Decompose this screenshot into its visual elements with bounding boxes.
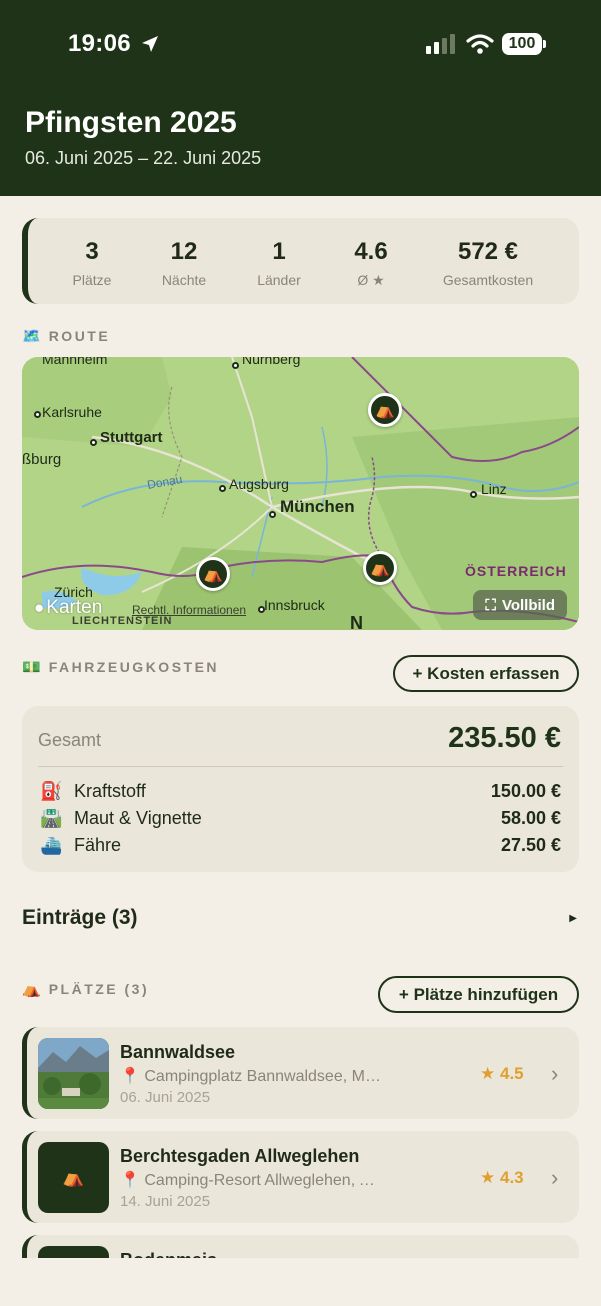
place-rating: ★ 4.3: [480, 1168, 524, 1188]
places-section-label: PLÄTZE (3): [48, 981, 150, 997]
map-city-label: Linz: [481, 481, 507, 497]
cost-row-ferry: ⛴️ Fähre 27.50 €: [40, 832, 561, 858]
stat-value: 4.6: [354, 238, 388, 265]
place-card[interactable]: ⛺ Berchtesgaden Allweglehen 📍 Camping-Re…: [22, 1131, 579, 1223]
cost-row-fuel: ⛽ Kraftstoff 150.00 €: [40, 778, 561, 804]
fullscreen-icon: ⛶: [485, 596, 496, 614]
chevron-right-icon: ›: [551, 1165, 559, 1190]
cost-name: Fähre: [74, 834, 122, 855]
map-city-label: Mannheim: [42, 357, 108, 367]
trip-title: Pfingsten 2025: [25, 106, 237, 139]
cellular-signal-icon: [426, 34, 455, 54]
place-address: 📍 Campingplatz Bannwaldsee, Münchener St…: [120, 1066, 382, 1086]
highway-icon: 🛣️: [40, 807, 63, 828]
star-icon: ★: [480, 1064, 496, 1083]
vehicle-costs-card: Gesamt 235.50 € ⛽ Kraftstoff 150.00 € 🛣️…: [22, 706, 579, 872]
pin-icon: 📍: [120, 1172, 140, 1189]
place-date: 14. Juni 2025: [120, 1193, 211, 1210]
battery-indicator: 100: [502, 33, 546, 55]
cost-total-label: Gesamt: [38, 730, 102, 750]
stat-label: Gesamtkosten: [442, 272, 534, 288]
map-pin-tent-icon[interactable]: ⛺: [363, 551, 397, 585]
map-city-label: München: [280, 497, 355, 516]
map-city-label: Innsbruck: [264, 597, 325, 613]
map-city-label: Karlsruhe: [42, 404, 102, 420]
maps-logo: ● Karten: [34, 597, 102, 619]
legal-link[interactable]: Rechtl. Informationen: [132, 603, 246, 617]
cost-total-value: 235.50 €: [448, 722, 561, 754]
bottom-area: [0, 1258, 601, 1306]
map-city-label: Augsburg: [229, 476, 289, 492]
map-icon: 🗺️: [22, 328, 41, 345]
fullscreen-label: Vollbild: [501, 596, 555, 614]
entries-row[interactable]: Einträge (3) ▶: [22, 903, 579, 933]
place-rating: ★ 4.5: [480, 1064, 524, 1084]
places-section-header: ⛺ PLÄTZE (3): [22, 980, 149, 998]
map-city-dot: [232, 362, 239, 369]
map-pin-tent-icon[interactable]: ⛺: [368, 393, 402, 427]
apple-logo-icon: ●: [34, 598, 45, 617]
money-icon: 💵: [22, 659, 41, 676]
entries-title: Einträge (3): [22, 906, 138, 929]
route-map[interactable]: Mannheim Nürnberg Karlsruhe Stuttgart ßb…: [22, 357, 579, 630]
map-city-label: Nürnberg: [242, 357, 301, 367]
place-rating-value: 4.3: [499, 1168, 524, 1187]
place-rating-value: 4.5: [499, 1064, 524, 1083]
place-name: Bannwaldsee: [120, 1042, 236, 1062]
trip-dates: 06. Juni 2025 – 22. Juni 2025: [25, 148, 262, 168]
map-city-label: Stuttgart: [100, 429, 163, 446]
place-date: 06. Juni 2025: [120, 1089, 211, 1106]
vehicle-costs-section-header: 💵 FAHRZEUGKOSTEN: [22, 658, 219, 676]
star-icon: ★: [480, 1168, 496, 1187]
place-address-text: Campingplatz Bannwaldsee, Münchener Stra…: [144, 1068, 382, 1085]
vehicle-costs-section-label: FAHRZEUGKOSTEN: [48, 659, 220, 675]
place-photo: [38, 1038, 109, 1109]
status-time: 19:06: [68, 30, 131, 57]
stats-card: 3 Plätze 12 Nächte 1 Länder 4.6 Ø ★ 572 …: [22, 218, 579, 304]
map-pin-tent-icon[interactable]: ⛺: [196, 557, 230, 591]
map-city-dot: [219, 485, 226, 492]
map-city-dot: [90, 439, 97, 446]
stat-label: Ø ★: [357, 272, 385, 288]
location-arrow-icon: [142, 36, 158, 52]
stat-rating: 4.6 Ø ★: [311, 238, 431, 289]
tent-icon: ⛺: [38, 1142, 109, 1213]
maps-brand-label: Karten: [46, 597, 103, 618]
place-address: 📍 Camping-Resort Allweglehen, Allweggass…: [120, 1170, 382, 1190]
chevron-right-icon: ›: [551, 1061, 559, 1086]
compass-label: N: [350, 613, 363, 630]
ferry-icon: ⛴️: [40, 834, 63, 855]
add-places-button[interactable]: + Plätze hinzufügen: [378, 976, 579, 1013]
wifi-icon: [466, 34, 494, 54]
place-photo-image: [38, 1038, 109, 1109]
place-name: Berchtesgaden Allweglehen: [120, 1146, 360, 1166]
cost-row-toll: 🛣️ Maut & Vignette 58.00 €: [40, 805, 561, 831]
map-country-label: ÖSTERREICH: [465, 563, 567, 579]
fullscreen-button[interactable]: ⛶ Vollbild: [473, 590, 567, 620]
add-costs-button[interactable]: + Kosten erfassen: [393, 655, 579, 692]
map-city-label: ßburg: [22, 451, 62, 468]
stat-total-cost: 572 € Gesamtkosten: [428, 238, 548, 288]
fuel-pump-icon: ⛽: [40, 780, 63, 801]
cost-amount: 58.00 €: [500, 807, 561, 828]
cost-amount: 27.50 €: [500, 834, 561, 855]
disclosure-triangle-icon: ▶: [569, 912, 577, 924]
pin-icon: 📍: [120, 1068, 140, 1085]
place-card[interactable]: Bannwaldsee 📍 Campingplatz Bannwaldsee, …: [22, 1027, 579, 1119]
cost-name: Maut & Vignette: [74, 807, 202, 828]
divider: [38, 766, 563, 767]
place-address-text: Camping-Resort Allweglehen, Allweggasse,…: [144, 1172, 382, 1189]
cost-name: Kraftstoff: [74, 780, 146, 801]
map-city-dot: [269, 511, 276, 518]
route-section-header: 🗺️ ROUTE: [22, 327, 110, 345]
tent-icon: ⛺: [22, 981, 41, 998]
route-section-label: ROUTE: [48, 328, 111, 344]
stat-value: 572 €: [457, 238, 519, 265]
map-city-dot: [34, 411, 41, 418]
header: 19:06 100 Pfingsten 2025 06. Juni 2025 –…: [0, 0, 601, 196]
map-city-dot: [470, 491, 477, 498]
cost-amount: 150.00 €: [490, 780, 561, 801]
